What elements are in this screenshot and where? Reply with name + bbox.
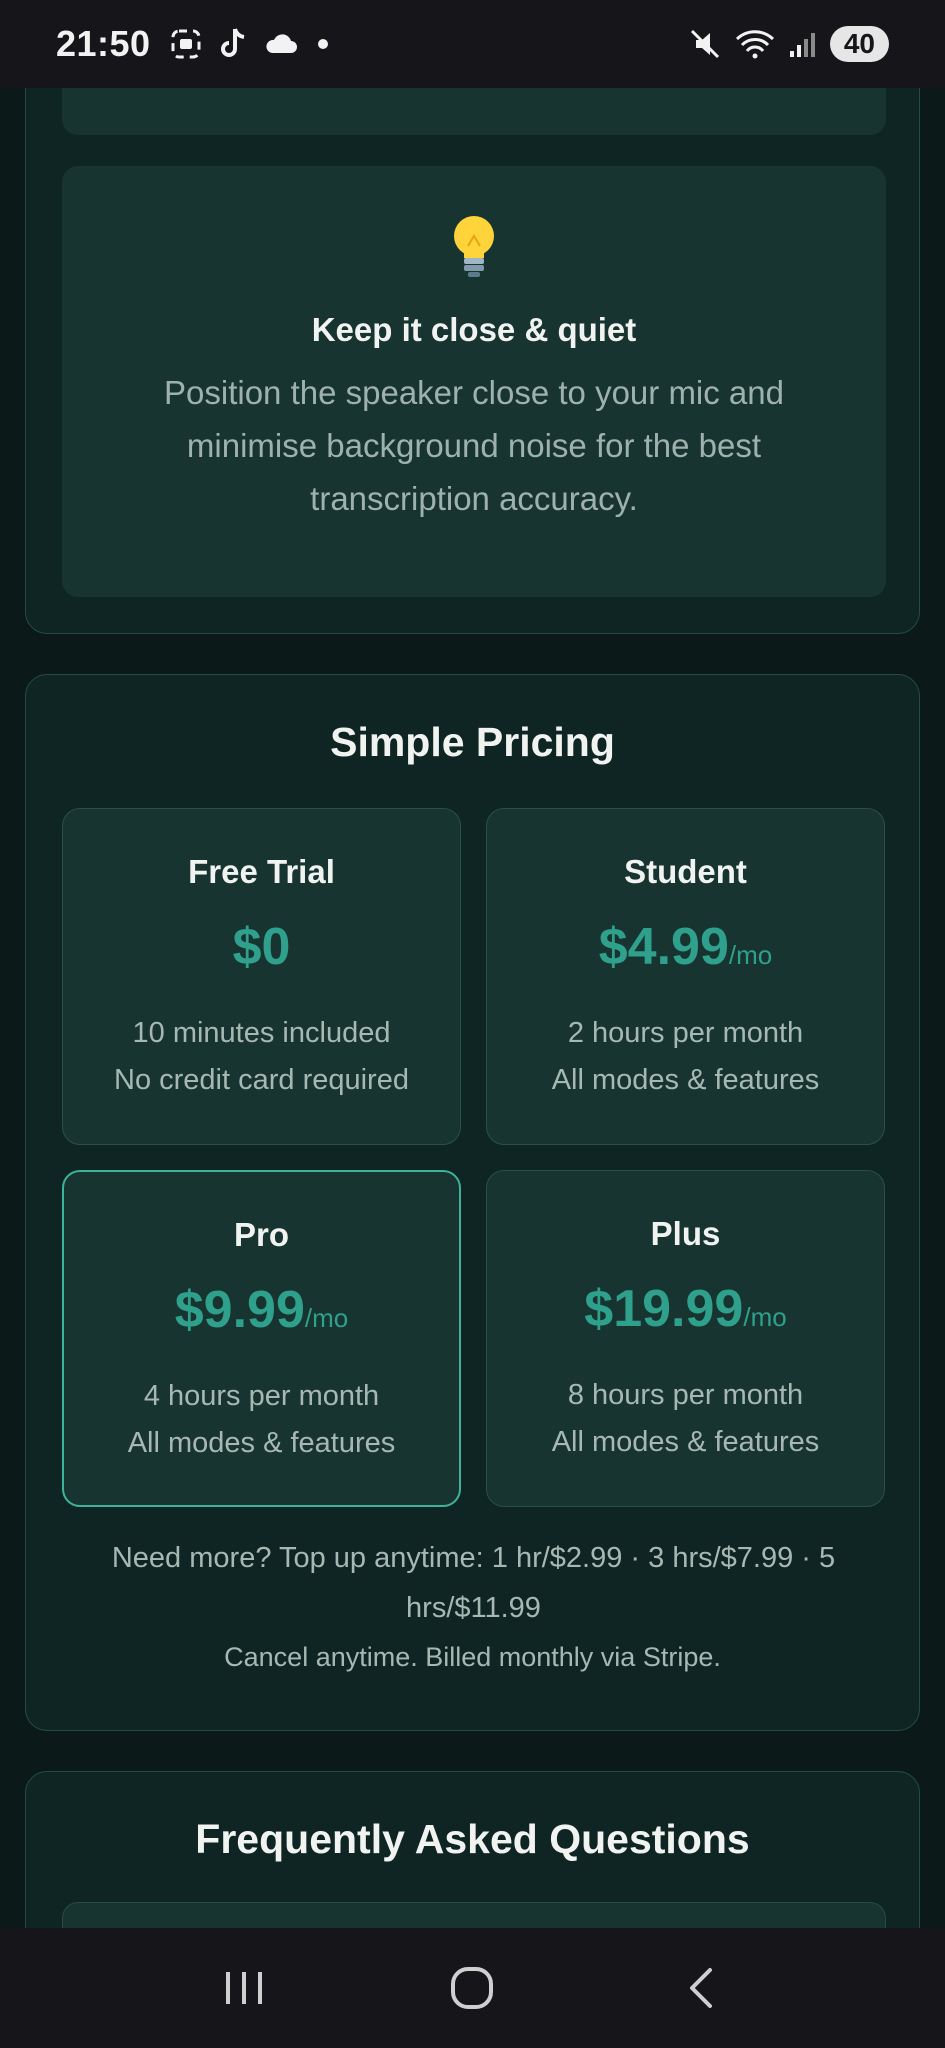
dot-icon <box>317 39 328 49</box>
plan-price-period: /mo <box>743 1302 787 1332</box>
tip-card-previous <box>62 88 886 135</box>
status-bar: 21:50 40 <box>0 0 945 88</box>
plan-free-trial[interactable]: Free Trial $0 10 minutes included No cre… <box>62 808 461 1145</box>
plan-price-amount: $4.99 <box>598 918 729 976</box>
recent-apps-icon <box>226 1972 263 2004</box>
back-icon <box>689 1968 712 2008</box>
faq-item[interactable] <box>62 1902 886 1928</box>
pricing-title: Simple Pricing <box>330 719 615 765</box>
back-button[interactable] <box>651 1948 751 2028</box>
billing-note: Cancel anytime. Billed monthly via Strip… <box>224 1642 721 1672</box>
status-time: 21:50 <box>56 23 151 64</box>
plan-plus[interactable]: Plus $19.99/mo 8 hours per month All mod… <box>486 1170 885 1507</box>
tiktok-icon <box>220 28 244 57</box>
plan-feature-1: 10 minutes included <box>132 1017 391 1049</box>
screen: 21:50 40 Keep it close & quiet Position … <box>0 0 945 2048</box>
battery-indicator: 40 <box>829 26 889 62</box>
signal-icon <box>789 33 815 57</box>
plan-feature-1: 2 hours per month <box>567 1017 804 1049</box>
home-button[interactable] <box>422 1948 522 2028</box>
wifi-icon <box>735 30 774 59</box>
plan-feature-2: All modes & features <box>551 1064 820 1096</box>
plan-feature-1: 4 hours per month <box>143 1380 380 1412</box>
plan-price-period: /mo <box>728 940 773 970</box>
status-right-icons: 40 <box>688 26 889 62</box>
plan-price: $19.99/mo <box>487 1279 884 1339</box>
cloud-icon <box>266 34 297 53</box>
pricing-section: Simple Pricing Free Trial $0 10 minutes … <box>25 674 920 1731</box>
topup-info: Need more? Top up anytime: 1 hr/$2.99 · … <box>111 1542 836 1624</box>
plan-name: Pro <box>233 1216 289 1253</box>
recent-apps-button[interactable] <box>194 1948 294 2028</box>
tip-text: Position the speaker close to your mic a… <box>164 374 784 517</box>
screenshot-icon <box>171 29 201 59</box>
plan-student[interactable]: Student $4.99/mo 2 hours per month All m… <box>486 808 885 1145</box>
faq-section: Frequently Asked Questions <box>25 1771 920 1928</box>
plan-price: $9.99/mo <box>64 1280 459 1340</box>
plan-name: Student <box>624 853 747 890</box>
tip-title: Keep it close & quiet <box>311 311 637 348</box>
navigation-bar <box>0 1928 945 2048</box>
faq-title: Frequently Asked Questions <box>195 1816 750 1862</box>
plan-feature-1: 8 hours per month <box>567 1379 804 1411</box>
mute-icon <box>690 29 719 59</box>
lightbulb-icon <box>62 212 886 285</box>
status-left-icons <box>169 26 333 62</box>
plan-price-period: /mo <box>304 1303 349 1333</box>
tip-card: Keep it close & quiet Position the speak… <box>62 166 886 597</box>
tips-section: Keep it close & quiet Position the speak… <box>25 88 920 634</box>
plan-price-amount: $0 <box>232 918 291 976</box>
plan-price-amount: $9.99 <box>174 1281 305 1339</box>
plan-name: Free Trial <box>188 853 335 890</box>
plan-feature-2: All modes & features <box>551 1426 820 1458</box>
plan-name: Plus <box>650 1215 721 1252</box>
plan-price: $4.99/mo <box>487 917 884 977</box>
plan-feature-2: No credit card required <box>114 1064 409 1096</box>
plan-price: $0 <box>63 917 460 977</box>
plan-price-amount: $19.99 <box>584 1280 744 1338</box>
home-icon <box>451 1967 494 2009</box>
page-content[interactable]: Keep it close & quiet Position the speak… <box>0 88 945 1928</box>
plan-feature-2: All modes & features <box>127 1427 396 1459</box>
plan-pro[interactable]: Pro $9.99/mo 4 hours per month All modes… <box>62 1170 461 1507</box>
